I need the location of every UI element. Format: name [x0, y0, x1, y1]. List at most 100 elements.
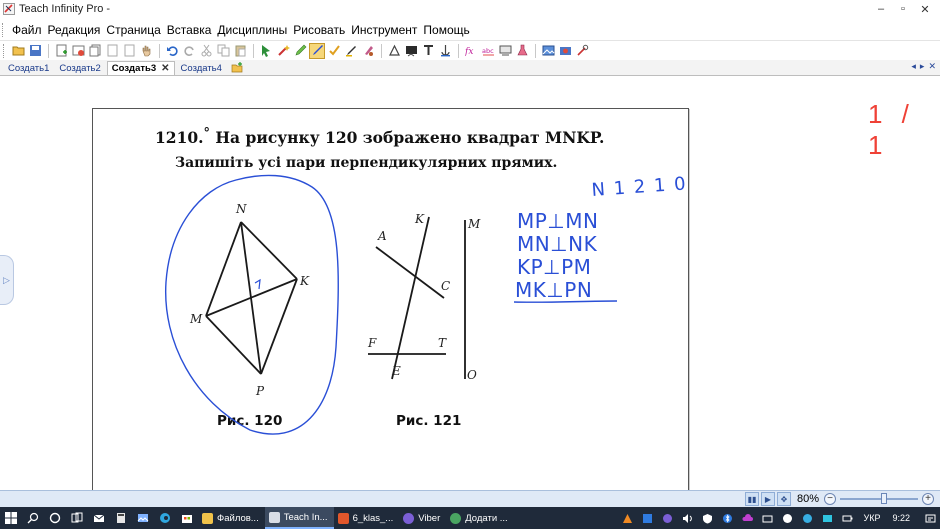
menu-insert[interactable]: Вставка [164, 23, 215, 37]
taskbar-app-label: Додати ... [465, 512, 508, 524]
hand-icon[interactable] [138, 43, 154, 59]
skype-icon[interactable] [778, 507, 798, 529]
undo-icon[interactable] [164, 43, 180, 59]
pencil-icon[interactable] [360, 43, 376, 59]
menu-page[interactable]: Страница [103, 23, 163, 37]
maximize-button[interactable]: ▫ [892, 0, 914, 18]
taskbar-app-file-explorer[interactable]: Файлов... [198, 507, 265, 529]
spell-icon[interactable]: abc [480, 43, 496, 59]
new-page-icon[interactable] [53, 43, 69, 59]
board-icon[interactable] [403, 43, 419, 59]
zoom-out-button[interactable]: − [824, 493, 836, 505]
play-icon[interactable]: ▶ [760, 492, 775, 506]
app-tray-icon-3[interactable] [818, 507, 838, 529]
marker-icon[interactable] [343, 43, 359, 59]
triangle-icon[interactable] [386, 43, 402, 59]
check-pen-icon[interactable] [326, 43, 342, 59]
zoom-in-button[interactable]: + [922, 493, 934, 505]
toolbar-separator [381, 43, 382, 58]
page-prev-icon[interactable] [104, 43, 120, 59]
search-icon[interactable] [22, 507, 44, 529]
menu-edit[interactable]: Редакция [45, 23, 104, 37]
task-view-icon[interactable] [66, 507, 88, 529]
network-icon[interactable] [758, 507, 778, 529]
tab-create3[interactable]: Создать3 ✕ [106, 61, 175, 75]
close-button[interactable]: ✕ [914, 0, 936, 18]
viber-tray-icon[interactable] [658, 507, 678, 529]
shield-icon[interactable] [698, 507, 718, 529]
select-arrow-icon[interactable] [258, 43, 274, 59]
taskbar-app-viber[interactable]: Viber [399, 507, 446, 529]
page-view-icon[interactable]: ▮▮ [744, 492, 759, 506]
menu-help[interactable]: Помощь [420, 23, 472, 37]
bluetooth-icon[interactable] [718, 507, 738, 529]
zoom-slider[interactable] [840, 493, 918, 504]
tab-create2[interactable]: Создать2 [55, 61, 104, 75]
image-icon[interactable] [540, 43, 556, 59]
settings-icon[interactable] [574, 43, 590, 59]
formula-icon[interactable]: fx [463, 43, 479, 59]
magic-icon[interactable] [275, 43, 291, 59]
taskbar-app-chrome[interactable]: Додати ... [446, 507, 513, 529]
save-icon[interactable] [27, 43, 43, 59]
flask-icon[interactable] [514, 43, 530, 59]
tab-create1[interactable]: Создать1 [4, 61, 53, 75]
menu-tools[interactable]: Инструмент [348, 23, 420, 37]
screen-capture-icon[interactable] [497, 43, 513, 59]
insert-image-icon[interactable] [70, 43, 86, 59]
store-icon[interactable] [176, 507, 198, 529]
document-tabs: Создать1 Создать2 Создать3 ✕ Создать4 ◂ ▸… [0, 60, 940, 76]
copy-page-icon[interactable] [87, 43, 103, 59]
volume-icon[interactable] [678, 507, 698, 529]
whiteboard-canvas[interactable]: 1 / 1 ▷ 1210.° На рисунку 120 зображено … [0, 77, 940, 493]
open-folder-icon[interactable] [10, 43, 26, 59]
new-tab-icon[interactable] [231, 62, 243, 74]
minimize-button[interactable]: – [870, 0, 892, 18]
menubar-grip[interactable] [2, 22, 5, 37]
page-next-icon[interactable] [121, 43, 137, 59]
menu-draw[interactable]: Рисовать [290, 23, 348, 37]
tab-close-all-button[interactable]: ✕ [928, 61, 936, 72]
toolbar-separator [48, 43, 49, 58]
calculator-icon[interactable] [110, 507, 132, 529]
mail-icon[interactable] [88, 507, 110, 529]
app-tray-icon-1[interactable] [618, 507, 638, 529]
menu-file[interactable]: Файл [9, 23, 45, 37]
tab-create4[interactable]: Создать4 [177, 61, 226, 75]
toolbar-separator [253, 43, 254, 58]
edge-browser-icon[interactable] [154, 507, 176, 529]
tab-close-icon[interactable]: ✕ [161, 63, 169, 74]
toolbar-grip[interactable] [3, 43, 6, 58]
zoom-slider-thumb[interactable] [881, 493, 887, 504]
menu-disciplines[interactable]: Дисциплины [214, 23, 290, 37]
system-clock[interactable]: 9:22 [886, 513, 920, 523]
highlighter-icon[interactable] [292, 43, 308, 59]
camera-icon[interactable] [557, 43, 573, 59]
gallery-icon[interactable] [132, 507, 154, 529]
tab-label: Создать4 [180, 62, 222, 74]
pen-icon[interactable] [309, 42, 325, 59]
tab-scroll-left-button[interactable]: ◂ [911, 61, 916, 72]
ink-right-angle-mark [254, 278, 261, 290]
svg-text:fx: fx [465, 47, 473, 57]
taskbar-app-teach-infinity[interactable]: Teach In... [264, 507, 334, 529]
cloud-icon[interactable] [738, 507, 758, 529]
notifications-icon[interactable] [920, 507, 940, 529]
window-title: Teach Infinity Pro - [19, 3, 111, 15]
copy-icon[interactable] [215, 43, 231, 59]
battery-icon[interactable] [838, 507, 858, 529]
anchor-icon[interactable] [437, 43, 453, 59]
paste-icon[interactable] [232, 43, 248, 59]
fit-page-icon[interactable]: ✥ [776, 492, 791, 506]
redo-icon[interactable] [181, 43, 197, 59]
text-icon[interactable] [420, 43, 436, 59]
cortana-icon[interactable] [44, 507, 66, 529]
tab-scroll-right-button[interactable]: ▸ [920, 61, 925, 72]
windows-start-icon[interactable] [0, 507, 22, 529]
input-language[interactable]: УКР [858, 513, 887, 523]
system-tray: УКР 9:22 [618, 507, 940, 529]
cut-icon[interactable] [198, 43, 214, 59]
telegram-icon[interactable] [798, 507, 818, 529]
app-tray-icon-2[interactable] [638, 507, 658, 529]
taskbar-app-pdf[interactable]: 6_klas_... [334, 507, 400, 529]
